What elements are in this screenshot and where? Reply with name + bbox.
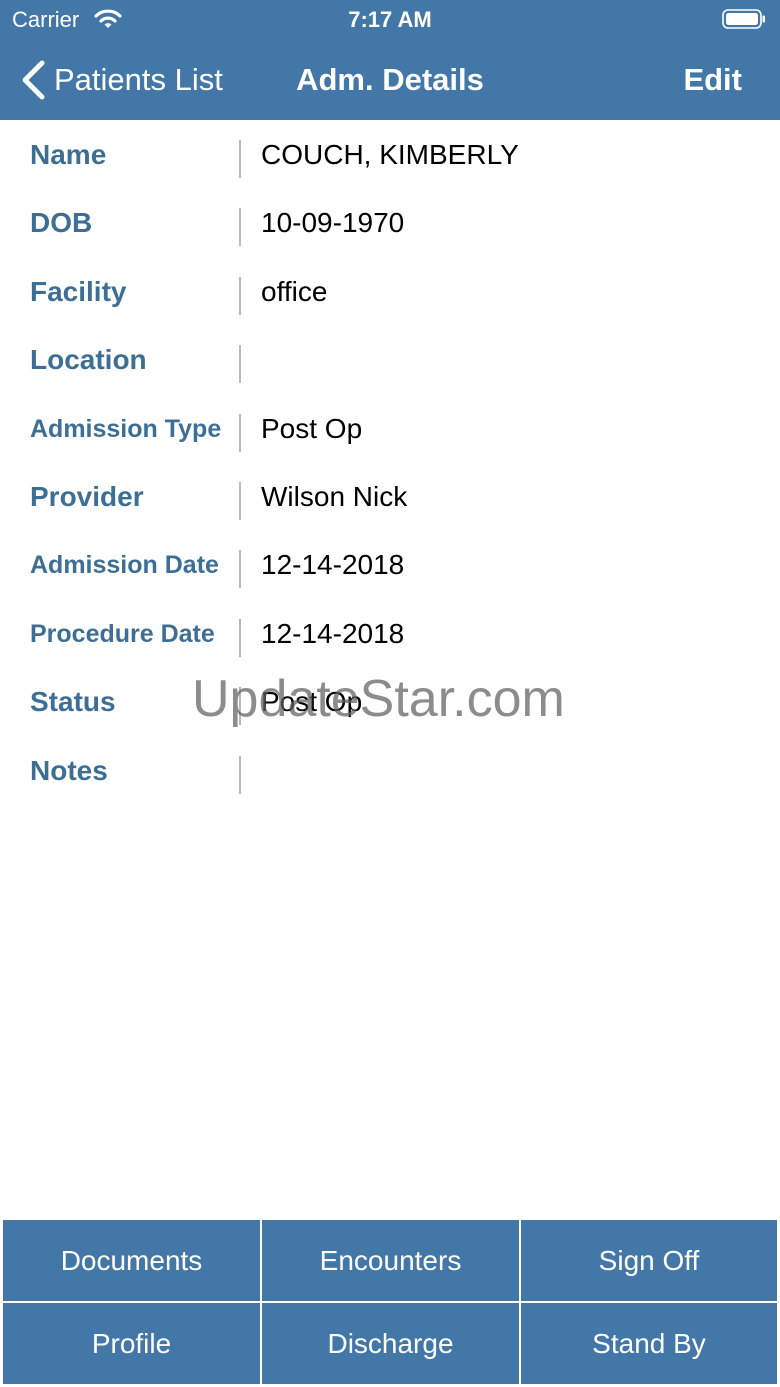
status-bar: Carrier 7:17 AM xyxy=(0,0,780,40)
detail-value: COUCH, KIMBERLY xyxy=(261,139,519,170)
action-button-grid: Documents Encounters Sign Off Profile Di… xyxy=(3,1220,777,1384)
detail-row-dob: DOB 10-09-1970 xyxy=(0,189,780,257)
detail-row-facility: Facility office xyxy=(0,258,780,326)
profile-button[interactable]: Profile xyxy=(3,1303,260,1384)
detail-row-notes: Notes xyxy=(0,737,780,805)
detail-label: Provider xyxy=(30,480,144,512)
edit-button[interactable]: Edit xyxy=(683,58,742,102)
detail-value: 10-09-1970 xyxy=(261,207,405,239)
detail-row-admission-type: Admission Type Post Op xyxy=(0,395,780,463)
detail-row-procedure-date: Procedure Date 12-14-2018 xyxy=(0,600,780,668)
row-divider xyxy=(239,345,241,384)
detail-label: Status xyxy=(30,686,116,718)
nav-bar: Patients List Adm. Details Edit xyxy=(0,40,780,120)
detail-label: Facility xyxy=(30,275,127,307)
stand-by-button[interactable]: Stand By xyxy=(521,1303,777,1384)
detail-label: Notes xyxy=(30,754,108,786)
documents-button[interactable]: Documents xyxy=(3,1220,260,1301)
row-divider xyxy=(239,276,241,315)
adm-details-screen: Carrier 7:17 AM Patients List Adm. Detai… xyxy=(0,0,780,1387)
detail-label: Location xyxy=(30,344,147,376)
row-divider xyxy=(239,755,241,794)
status-time: 7:17 AM xyxy=(348,7,432,32)
row-divider xyxy=(239,550,241,589)
row-divider xyxy=(239,687,241,726)
detail-row-status: Status Post Op xyxy=(0,668,780,736)
back-button-label: Patients List xyxy=(54,62,223,97)
encounters-button[interactable]: Encounters xyxy=(262,1220,519,1301)
detail-label: Name xyxy=(30,139,107,170)
chevron-left-icon xyxy=(22,60,45,100)
header: Carrier 7:17 AM Patients List Adm. Detai… xyxy=(0,0,780,120)
detail-row-location: Location xyxy=(0,326,780,394)
battery-icon xyxy=(722,9,765,29)
back-button[interactable]: Patients List xyxy=(20,58,223,102)
row-divider xyxy=(239,481,241,520)
row-divider xyxy=(239,618,241,657)
detail-value: office xyxy=(261,275,328,307)
details-list: Name COUCH, KIMBERLY DOB 10-09-1970 Faci… xyxy=(0,121,780,805)
detail-value: 12-14-2018 xyxy=(261,549,405,581)
detail-value: 12-14-2018 xyxy=(261,617,405,649)
detail-row-provider: Provider Wilson Nick xyxy=(0,463,780,531)
detail-label: Procedure Date xyxy=(30,619,215,648)
detail-label: DOB xyxy=(30,207,93,239)
discharge-button[interactable]: Discharge xyxy=(262,1303,519,1384)
row-divider xyxy=(239,140,241,178)
sign-off-button[interactable]: Sign Off xyxy=(521,1220,777,1301)
detail-row-name: Name COUCH, KIMBERLY xyxy=(0,121,780,189)
detail-row-admission-date: Admission Date 12-14-2018 xyxy=(0,531,780,599)
detail-value: Wilson Nick xyxy=(261,480,408,512)
detail-value: Post Op xyxy=(261,686,363,718)
detail-label: Admission Type xyxy=(30,414,222,443)
detail-value: Post Op xyxy=(261,412,363,444)
row-divider xyxy=(239,413,241,452)
detail-label: Admission Date xyxy=(30,551,219,580)
row-divider xyxy=(239,208,241,247)
